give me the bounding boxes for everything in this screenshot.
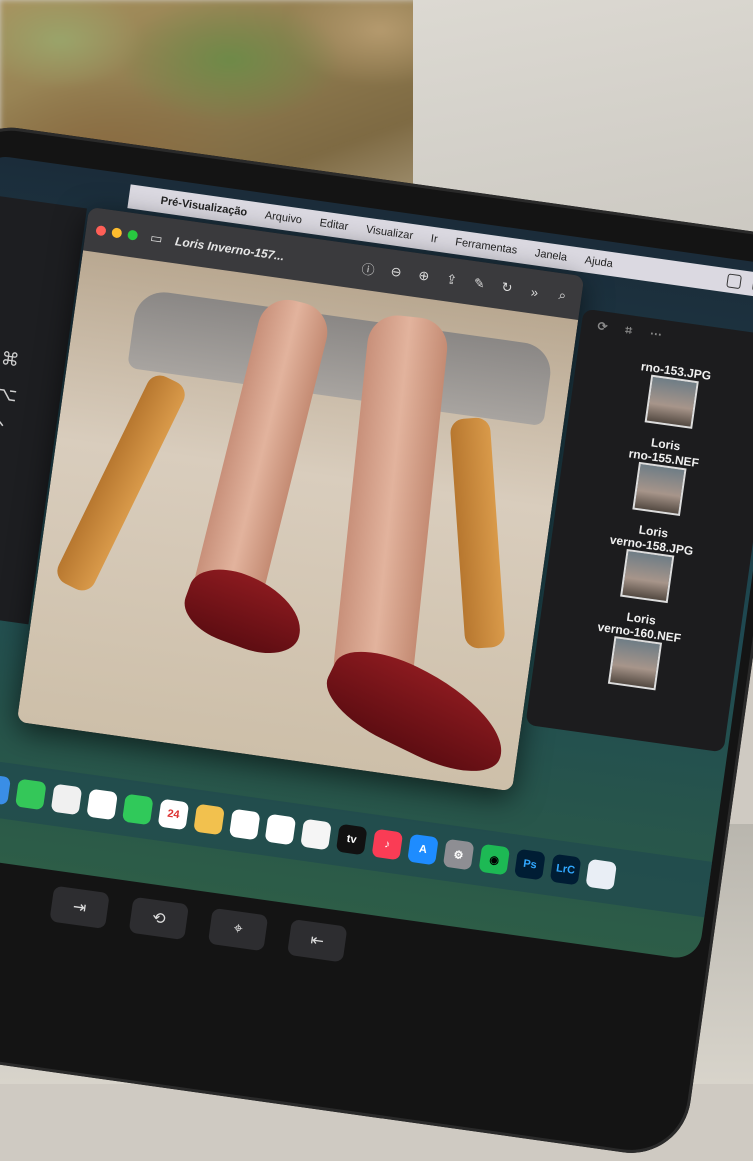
photos-icon[interactable] (86, 788, 118, 821)
notes-icon[interactable] (228, 808, 261, 841)
spotify-icon[interactable]: ◉ (478, 843, 511, 876)
preview-app-icon[interactable] (585, 858, 618, 891)
shift-key[interactable]: ⇧ (0, 452, 3, 475)
ipad-screen: ⌘ ⌥ ⌃ ⇧ Pré-Visualização Arquivo Editar … (0, 153, 753, 961)
contacts-icon[interactable] (193, 803, 225, 836)
screen-mirror-icon[interactable] (726, 273, 742, 290)
document-title: Loris Inverno-157... (174, 234, 286, 264)
rotate-icon[interactable]: ↻ (497, 278, 517, 298)
menu-ir[interactable]: Ir (430, 233, 438, 246)
menu-visualizar[interactable]: Visualizar (365, 224, 414, 242)
minimize-button[interactable] (111, 227, 123, 239)
menu-ajuda[interactable]: Ajuda (584, 254, 614, 270)
tag-icon[interactable]: ⌗ (624, 322, 633, 338)
share-icon[interactable]: ⇪ (441, 270, 461, 290)
search-icon[interactable]: ⌕ (552, 285, 572, 305)
status-icons (726, 273, 753, 298)
stool-seat (127, 288, 555, 427)
info-icon[interactable]: ⓘ (358, 258, 378, 278)
thumbnail-image[interactable] (607, 636, 663, 691)
facetime-icon[interactable] (121, 793, 154, 826)
shortcut-button[interactable]: ⌖ (207, 907, 269, 952)
thumbnail-item[interactable]: Loris verno-160.NEF (533, 594, 742, 701)
thumbnail-image[interactable] (620, 548, 675, 604)
zoom-out-icon[interactable]: ⊖ (386, 262, 406, 282)
red-heel-shoe (314, 633, 521, 789)
close-button[interactable] (95, 225, 107, 237)
ipad: ⌘ ⌥ ⌃ ⇧ Pré-Visualização Arquivo Editar … (0, 0, 753, 1161)
more-icon[interactable]: » (525, 281, 545, 301)
thumbnail-image[interactable] (644, 374, 699, 429)
stool-leg (449, 416, 506, 650)
zoom-button[interactable] (127, 229, 139, 241)
control-key[interactable]: ⌃ (0, 417, 8, 440)
rotate-icon[interactable]: ⟳ (597, 319, 609, 334)
calendar-icon[interactable]: 24 (157, 798, 190, 831)
maps-icon[interactable] (50, 783, 83, 816)
menu-ferramentas[interactable]: Ferramentas (455, 236, 518, 257)
shortcut-button[interactable]: ⇥ (49, 885, 110, 930)
zoom-in-icon[interactable]: ⊕ (414, 266, 434, 286)
shortcut-button[interactable]: ⇤ (287, 918, 348, 963)
more-icon[interactable]: ⋯ (649, 326, 663, 342)
apple-tv-icon[interactable]: tv (335, 823, 368, 856)
preview-window: ▭ Loris Inverno-157... ⓘ ⊖ ⊕ ⇪ ✎ ↻ » ⌕ (16, 206, 585, 792)
music-icon[interactable]: ♪ (371, 828, 404, 861)
ipad-frame: ⌘ ⌥ ⌃ ⇧ Pré-Visualização Arquivo Editar … (0, 120, 753, 1161)
markup-icon[interactable]: ✎ (469, 274, 489, 294)
lightroom-classic-icon[interactable]: LrC (549, 853, 582, 886)
option-key[interactable]: ⌥ (0, 383, 18, 407)
mail-icon[interactable] (0, 773, 11, 806)
messages-icon[interactable] (15, 778, 47, 811)
photo-canvas (16, 250, 579, 792)
shortcut-button[interactable]: ⟲ (128, 896, 190, 941)
menu-app-name[interactable]: Pré-Visualização (160, 195, 248, 219)
freeform-icon[interactable] (264, 813, 297, 846)
stool-leg (52, 370, 190, 596)
thumbnail-image[interactable] (632, 461, 687, 517)
app-store-icon[interactable]: A (407, 833, 439, 866)
photoshop-icon[interactable]: Ps (514, 848, 546, 881)
sidebar-toggle-icon[interactable]: ▭ (146, 228, 166, 248)
menu-janela[interactable]: Janela (534, 247, 568, 263)
menu-editar[interactable]: Editar (319, 217, 349, 233)
window-controls (95, 225, 139, 241)
settings-icon[interactable]: ⚙ (442, 838, 475, 871)
command-key[interactable]: ⌘ (0, 348, 20, 371)
reminders-icon[interactable] (300, 818, 332, 851)
menu-arquivo[interactable]: Arquivo (264, 209, 303, 226)
